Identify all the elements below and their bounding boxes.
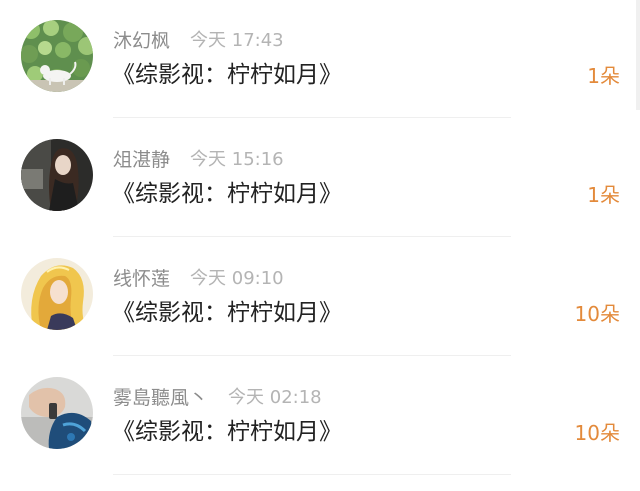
anime-character-avatar-icon — [21, 258, 93, 330]
hand-avatar-icon — [21, 377, 93, 449]
timestamp: 今天 17:43 — [190, 30, 284, 51]
book-title[interactable]: 《综影视：柠柠如月》 — [112, 60, 342, 90]
list-item[interactable]: 俎湛静 今天 15:16 《综影视：柠柠如月》 1朵 — [0, 119, 640, 237]
divider — [113, 236, 511, 237]
item-meta: 俎湛静 今天 15:16 — [113, 145, 284, 171]
item-meta: 沐幻枫 今天 17:43 — [113, 26, 284, 52]
user-name[interactable]: 俎湛静 — [113, 145, 170, 172]
avatar[interactable] — [21, 258, 93, 330]
user-name[interactable]: 线怀莲 — [113, 264, 170, 291]
list-item[interactable]: 沐幻枫 今天 17:43 《综影视：柠柠如月》 1朵 — [0, 0, 640, 118]
divider — [113, 355, 511, 356]
gift-record-list: 沐幻枫 今天 17:43 《综影视：柠柠如月》 1朵 俎湛静 今天 15:16 … — [0, 0, 640, 491]
divider — [113, 474, 511, 475]
cat-avatar-icon — [21, 20, 93, 92]
user-name[interactable]: 沐幻枫 — [113, 26, 170, 53]
list-item[interactable]: 线怀莲 今天 09:10 《综影视：柠柠如月》 10朵 — [0, 238, 640, 356]
timestamp: 今天 15:16 — [190, 149, 284, 170]
book-title[interactable]: 《综影视：柠柠如月》 — [112, 298, 342, 328]
scrollbar[interactable] — [636, 0, 640, 110]
flower-count: 1朵 — [587, 183, 620, 207]
book-title[interactable]: 《综影视：柠柠如月》 — [112, 417, 342, 447]
user-name[interactable]: 雾島聽風丶 — [113, 383, 208, 410]
flower-count: 10朵 — [574, 302, 620, 326]
avatar[interactable] — [21, 20, 93, 92]
divider — [113, 117, 511, 118]
timestamp: 今天 02:18 — [228, 387, 322, 408]
timestamp: 今天 09:10 — [190, 268, 284, 289]
list-item[interactable]: 雾島聽風丶 今天 02:18 《综影视：柠柠如月》 10朵 — [0, 357, 640, 475]
flower-count: 10朵 — [574, 421, 620, 445]
book-title[interactable]: 《综影视：柠柠如月》 — [112, 179, 342, 209]
item-meta: 线怀莲 今天 09:10 — [113, 264, 284, 290]
item-meta: 雾島聽風丶 今天 02:18 — [113, 383, 322, 409]
portrait-avatar-icon — [21, 139, 93, 211]
avatar[interactable] — [21, 377, 93, 449]
flower-count: 1朵 — [587, 64, 620, 88]
avatar[interactable] — [21, 139, 93, 211]
